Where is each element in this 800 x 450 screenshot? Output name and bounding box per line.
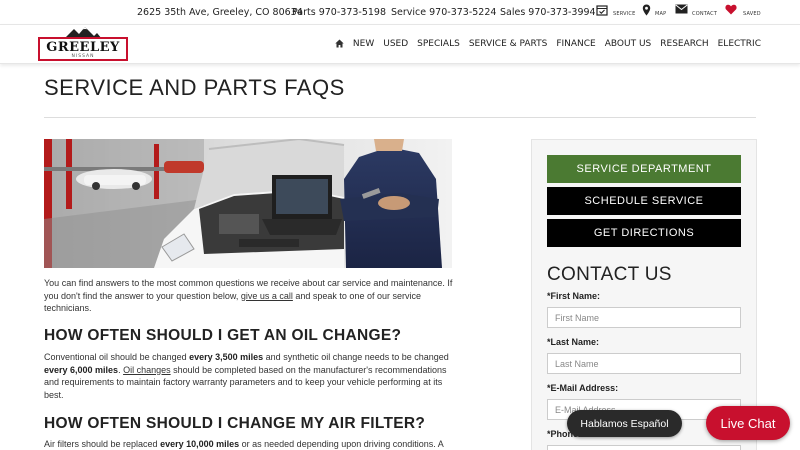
first-name-input[interactable] [547,307,741,328]
main-nav: NEW USED SPECIALS SERVICE & PARTS FINANC… [335,39,761,50]
phone-input[interactable] [547,445,741,450]
sales-phone-link[interactable]: Sales 970-373-3994 [500,7,596,18]
oil-changes-link[interactable]: Oil changes [123,365,171,375]
get-directions-button[interactable]: GET DIRECTIONS [547,219,741,247]
nav-about-us[interactable]: ABOUT US [605,39,652,50]
faq-question-oil: HOW OFTEN SHOULD I GET AN OIL CHANGE? [44,327,402,344]
oil-bold-2: every 6,000 miles [44,364,119,375]
nav-used[interactable]: USED [383,39,408,50]
greeley-nissan-logo[interactable]: GREELEY NISSAN [38,27,128,61]
oil-bold-1: every 3,500 miles [189,352,264,362]
logo-box: GREELEY NISSAN [38,37,128,61]
last-name-input[interactable] [547,353,741,374]
sidebar: SERVICE DEPARTMENT SCHEDULE SERVICE GET … [531,139,757,450]
map-icon-label[interactable]: MAP [655,11,666,17]
air-text-1: Air filters should be replaced [44,439,161,449]
nav-finance[interactable]: FINANCE [556,39,595,50]
service-department-button[interactable]: SERVICE DEPARTMENT [547,155,741,183]
logo-wordmark: GREELEY [46,40,120,55]
give-us-a-call-link[interactable]: give us a call [241,291,293,301]
utility-bar: 2625 35th Ave, Greeley, CO 80634 Parts 9… [0,0,800,24]
faq-answer-air-filter: Air filters should be replaced every 10,… [44,438,454,450]
schedule-service-button[interactable]: SCHEDULE SERVICE [547,187,741,215]
nav-electric[interactable]: ELECTRIC [718,39,761,50]
nav-new[interactable]: NEW [353,39,374,50]
last-name-label: *Last Name: [547,337,600,347]
first-name-label: *First Name: [547,291,601,301]
envelope-icon[interactable] [675,4,688,16]
parts-phone-link[interactable]: Parts 970-373-5198 [292,7,386,18]
service-phone-link[interactable]: Service 970-373-5224 [391,7,496,18]
title-divider [44,117,756,118]
calendar-check-icon[interactable] [596,4,608,18]
live-chat-button[interactable]: Live Chat [706,406,790,440]
oil-text-1: Conventional oil should be changed [44,352,190,362]
air-text-2: or as needed depending upon driving cond… [239,439,444,449]
nav-research[interactable]: RESEARCH [660,39,708,50]
address-link[interactable]: 2625 35th Ave, Greeley, CO 80634 [137,7,303,18]
air-bold-1: every 10,000 miles [160,439,240,449]
intro-paragraph: You can find answers to the most common … [44,277,454,315]
home-icon[interactable] [335,39,344,50]
service-icon-label[interactable]: SERVICE [613,11,635,17]
nav-service-parts[interactable]: SERVICE & PARTS [469,39,548,50]
logo-subtitle: NISSAN [71,54,95,59]
contact-us-heading: CONTACT US [547,264,672,285]
mechanic-hero-image [44,139,452,268]
oil-text-2: and synthetic oil change needs to be cha… [263,352,449,362]
nav-specials[interactable]: SPECIALS [417,39,460,50]
page-title: SERVICE AND PARTS FAQS [44,75,345,100]
heart-icon[interactable] [725,4,737,17]
map-pin-icon[interactable] [642,4,651,18]
faq-answer-oil: Conventional oil should be changed every… [44,351,454,401]
contact-icon-label[interactable]: CONTACT [692,11,717,17]
hablamos-espanol-button[interactable]: Hablamos Español [567,410,682,437]
email-label: *E-Mail Address: [547,383,619,393]
main-header: GREELEY NISSAN NEW USED SPECIALS SERVICE… [0,24,800,64]
saved-icon-label[interactable]: SAVED [743,11,761,17]
faq-question-air-filter: HOW OFTEN SHOULD I CHANGE MY AIR FILTER? [44,415,426,432]
